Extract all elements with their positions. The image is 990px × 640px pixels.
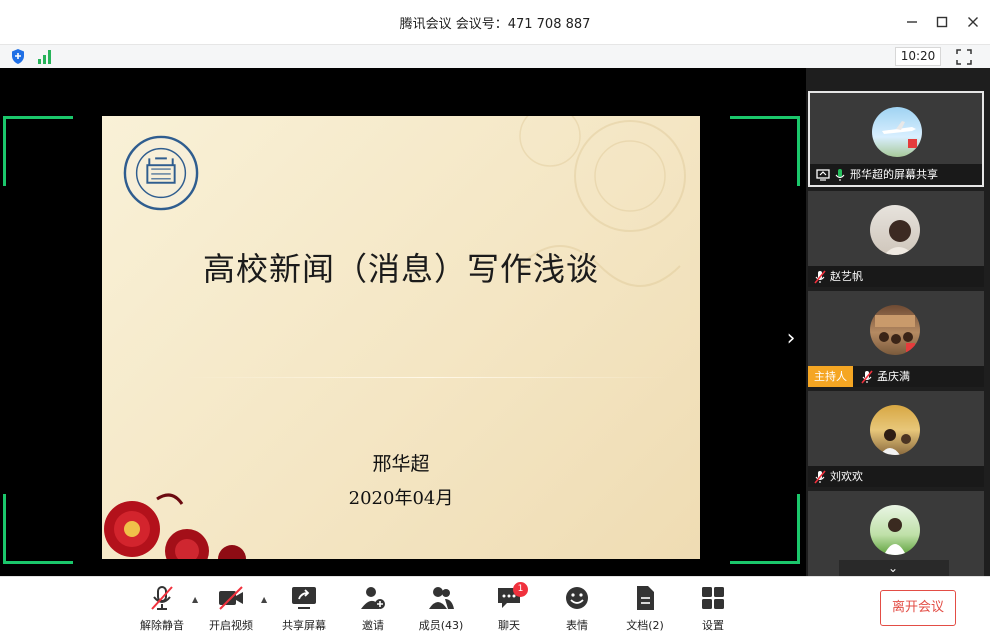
- share-screen-label: 共享屏幕: [282, 619, 326, 632]
- mic-on-icon: [835, 168, 845, 181]
- classroom-photo: [875, 315, 915, 352]
- mic-muted-icon: [861, 369, 873, 384]
- avatar: [872, 107, 922, 157]
- mic-muted-icon: [814, 469, 826, 484]
- presentation-slide: 高校新闻（消息）写作浅谈 邢华超 2020年04月: [102, 116, 700, 559]
- person-photo: [884, 518, 906, 555]
- mic-muted-icon: [151, 586, 173, 610]
- person-photo: [884, 220, 914, 255]
- share-frame-corner: [730, 116, 800, 186]
- participant-name: 邢华超的屏幕共享: [850, 168, 938, 181]
- unmute-button[interactable]: 解除静音: [130, 585, 194, 635]
- participant-name-bar: 邢华超的屏幕共享: [810, 164, 982, 185]
- slide-divider: [182, 377, 670, 378]
- participant-name-bar: 刘欢欢: [808, 466, 984, 487]
- members-icon: [429, 587, 454, 609]
- airplane-photo: [882, 121, 917, 148]
- collapse-panel-bar[interactable]: ⌄: [839, 560, 949, 576]
- minimize-icon: [907, 21, 917, 23]
- next-page-arrow-icon[interactable]: ›: [781, 326, 801, 352]
- status-bar: 10:20: [0, 44, 990, 68]
- avatar: [870, 305, 920, 355]
- participant-name: 刘欢欢: [830, 470, 863, 483]
- start-video-button[interactable]: 开启视频: [199, 585, 263, 635]
- minimize-button[interactable]: [900, 10, 924, 34]
- avatar: [870, 405, 920, 455]
- smiley-icon: [566, 587, 588, 609]
- participant-name: 赵艺帆: [830, 270, 863, 283]
- avatar: [870, 505, 920, 555]
- meeting-clock: 10:20: [895, 47, 941, 66]
- participant-tile[interactable]: 赵艺帆: [808, 191, 984, 287]
- maximize-icon: [936, 16, 948, 28]
- participant-tile[interactable]: 主持人 孟庆满: [808, 291, 984, 387]
- peony-flower-decoration: [104, 493, 246, 559]
- person-photo: [880, 429, 911, 455]
- camera-off-icon: [219, 586, 243, 610]
- video-options-caret-icon[interactable]: ▲: [261, 596, 271, 604]
- participant-name-bar: 赵艺帆: [808, 266, 984, 287]
- share-frame-corner: [3, 494, 73, 564]
- participant-panel: 邢华超的屏幕共享 赵艺帆 主持人 孟庆满 刘欢欢: [806, 68, 990, 576]
- document-icon: [637, 586, 654, 610]
- chat-button[interactable]: 1 聊天: [477, 582, 541, 635]
- share-frame-corner: [3, 116, 73, 186]
- invite-button[interactable]: 邀请: [341, 585, 405, 635]
- settings-grid-icon: [702, 587, 724, 609]
- title-bar: 腾讯会议 会议号：471 708 887: [0, 0, 990, 44]
- participant-tile[interactable]: 邢华超的屏幕共享: [808, 91, 984, 187]
- mic-muted-icon: [814, 269, 826, 284]
- settings-button[interactable]: 设置: [681, 585, 745, 635]
- chat-label: 聊天: [498, 619, 520, 632]
- participant-tile[interactable]: 刘欢欢: [808, 391, 984, 487]
- maximize-button[interactable]: [930, 10, 954, 34]
- screen-share-icon: [816, 168, 830, 181]
- avatar: [870, 205, 920, 255]
- slide-title: 高校新闻（消息）写作浅谈: [202, 250, 599, 288]
- chevron-down-icon: ⌄: [888, 561, 899, 575]
- leave-meeting-button[interactable]: 离开会议: [880, 590, 956, 626]
- participant-name: 孟庆满: [877, 370, 910, 383]
- share-screen-button[interactable]: 共享屏幕: [272, 585, 336, 635]
- start-video-label: 开启视频: [209, 619, 253, 632]
- university-seal-logo: [123, 135, 199, 211]
- members-label: 成员(43): [418, 619, 464, 632]
- members-button[interactable]: 成员(43): [409, 585, 473, 635]
- fullscreen-icon[interactable]: [956, 49, 972, 65]
- window-title: 腾讯会议 会议号：471 708 887: [399, 17, 591, 32]
- participant-name-bar: 主持人 孟庆满: [808, 366, 984, 387]
- share-frame-corner: [730, 494, 800, 564]
- close-button[interactable]: [961, 10, 985, 34]
- documents-button[interactable]: 文档(2): [613, 585, 677, 635]
- documents-label: 文档(2): [626, 619, 664, 632]
- settings-label: 设置: [702, 619, 724, 632]
- close-icon: [968, 17, 978, 27]
- add-user-icon: [361, 587, 385, 609]
- security-shield-icon[interactable]: [10, 48, 26, 65]
- shared-screen-view: 高校新闻（消息）写作浅谈 邢华超 2020年04月 ›: [0, 68, 806, 576]
- share-screen-icon: [292, 587, 316, 609]
- network-signal-icon[interactable]: [37, 49, 53, 64]
- host-badge: 主持人: [808, 366, 853, 387]
- invite-label: 邀请: [362, 619, 384, 632]
- unread-badge: 1: [513, 582, 528, 597]
- emoji-label: 表情: [566, 619, 588, 632]
- unmute-label: 解除静音: [140, 619, 184, 632]
- meeting-toolbar: 解除静音 ▲ 开启视频 ▲ 共享屏幕 邀请 成员(43) 1 聊天 表情 文档(…: [0, 576, 990, 640]
- emoji-button[interactable]: 表情: [545, 585, 609, 635]
